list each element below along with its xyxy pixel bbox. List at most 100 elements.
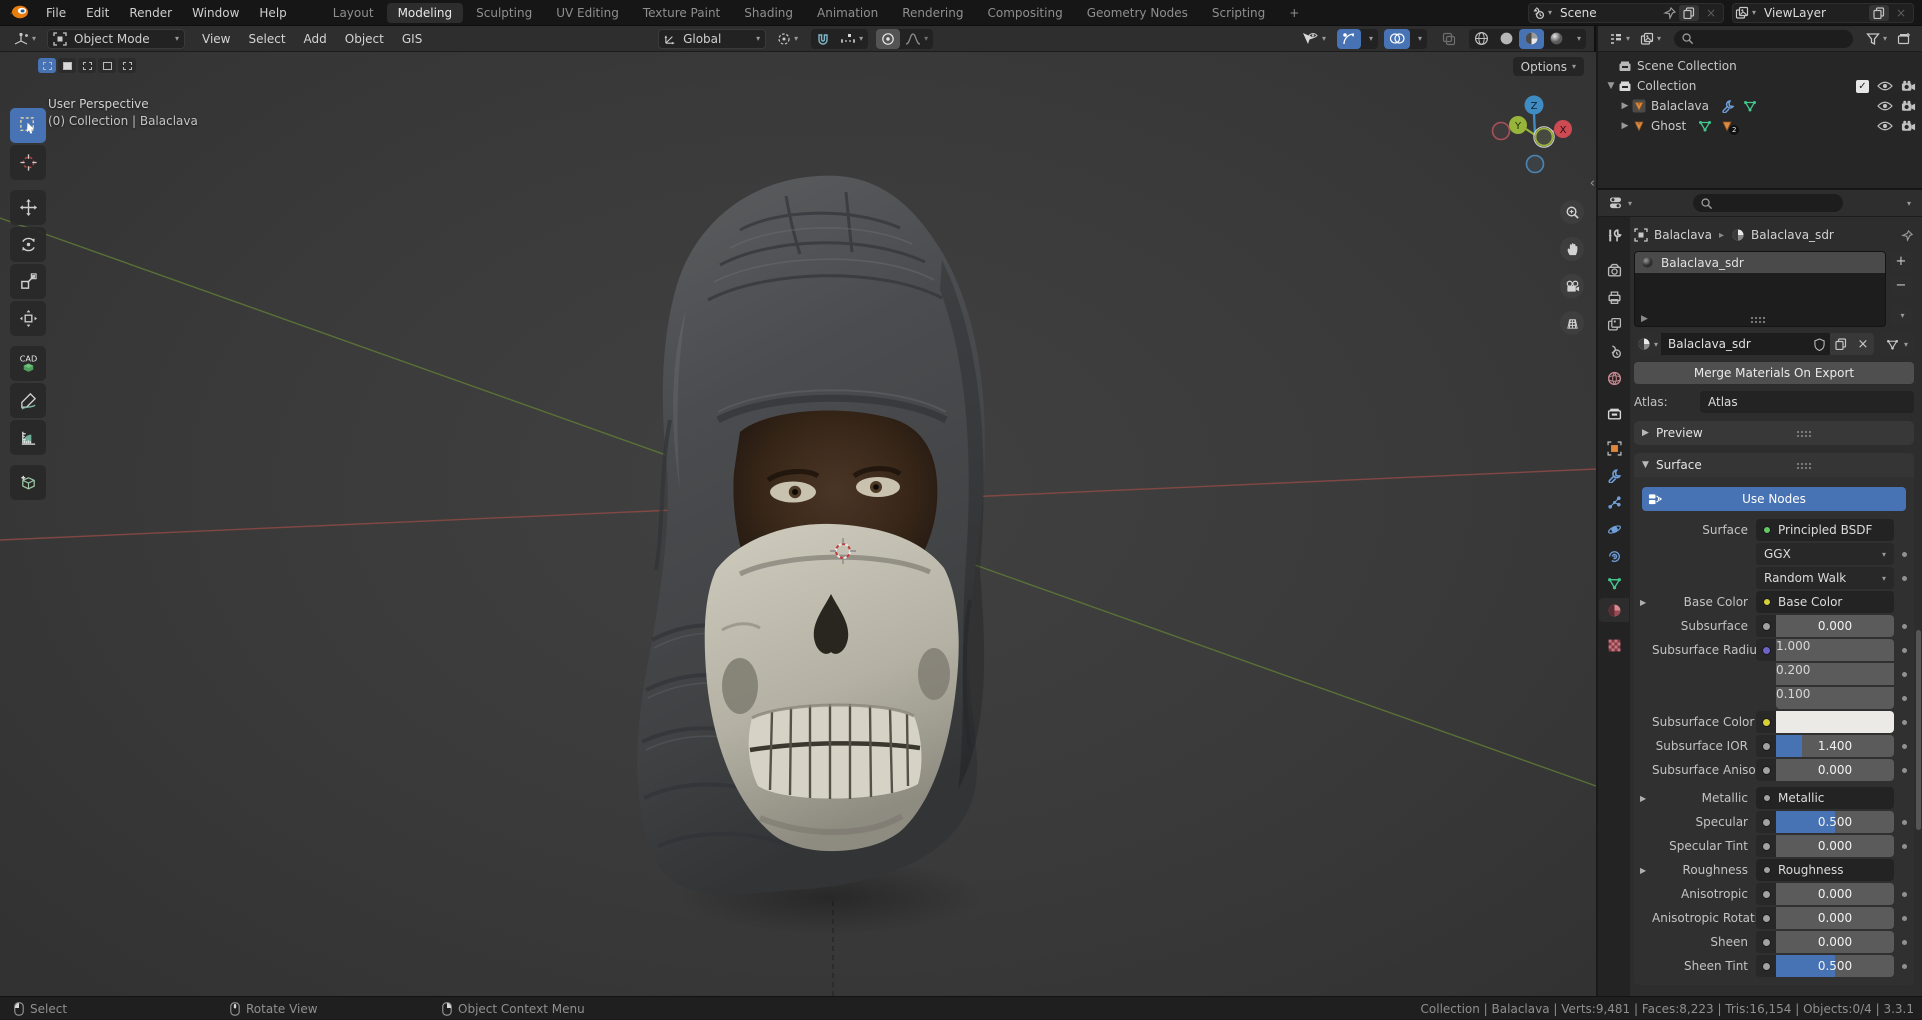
fake-user-shield-button[interactable] — [1808, 333, 1830, 355]
subsurface-ior-slider[interactable]: 1.400 — [1776, 735, 1894, 757]
tab-layout[interactable]: Layout — [322, 3, 385, 23]
tab-render[interactable] — [1599, 258, 1629, 282]
filter-dropdown[interactable]: ▾ — [1861, 29, 1892, 49]
tab-modeling[interactable]: Modeling — [387, 3, 464, 23]
menu-window[interactable]: Window — [182, 0, 249, 26]
tab-sculpting[interactable]: Sculpting — [465, 3, 543, 23]
balaclava-model[interactable] — [590, 170, 1060, 900]
menu-select[interactable]: Select — [240, 32, 295, 46]
base-color-texture-field[interactable]: Base Color — [1756, 591, 1894, 613]
render-camera-icon[interactable] — [1901, 100, 1916, 112]
subsurface-color-swatch[interactable] — [1776, 711, 1894, 733]
tab-texture-paint[interactable]: Texture Paint — [632, 3, 731, 23]
outliner-row-scene-collection[interactable]: Scene Collection — [1604, 56, 1922, 76]
hide-eye-icon[interactable] — [1877, 81, 1893, 91]
tool-transform[interactable] — [10, 301, 46, 336]
zoom-icon[interactable] — [1560, 200, 1584, 224]
pan-icon[interactable] — [1560, 237, 1584, 261]
menu-view[interactable]: View — [193, 32, 239, 46]
hide-eye-icon[interactable] — [1877, 121, 1893, 131]
outliner-row-balaclava[interactable]: ▶ Balaclava — [1604, 96, 1922, 116]
new-scene-button[interactable] — [1679, 5, 1699, 21]
pin-icon[interactable] — [1663, 6, 1677, 20]
tool-add-cube[interactable] — [10, 465, 46, 500]
pivot-point-dropdown[interactable]: ▾ — [772, 29, 803, 49]
preview-panel-header[interactable]: ▶ Preview — [1634, 421, 1914, 445]
tool-scale[interactable] — [10, 264, 46, 299]
remove-slot-button[interactable]: − — [1890, 275, 1912, 296]
shading-rendered-button[interactable] — [1544, 29, 1569, 49]
material-slot-item[interactable]: Balaclava_sdr — [1635, 252, 1885, 273]
value-socket[interactable] — [1756, 811, 1776, 833]
proportional-falloff-dropdown[interactable]: ▾ — [900, 29, 933, 49]
tab-shading[interactable]: Shading — [733, 3, 804, 23]
radius-y-slider[interactable]: 0.200 — [1776, 663, 1894, 685]
radius-x-slider[interactable]: 1.000 — [1776, 639, 1894, 661]
shading-material-button[interactable] — [1519, 29, 1544, 49]
value-socket[interactable] — [1756, 759, 1776, 781]
navigation-gizmo[interactable]: Z Y X — [1488, 88, 1580, 180]
menu-add[interactable]: Add — [295, 32, 336, 46]
pin-id-icon[interactable] — [1901, 229, 1914, 242]
add-slot-button[interactable]: + — [1890, 251, 1912, 272]
orthographic-toggle-icon[interactable] — [1560, 311, 1584, 335]
gizmos-toggle[interactable] — [1337, 29, 1361, 49]
remove-viewlayer-button[interactable]: × — [1891, 5, 1911, 21]
blender-logo-icon[interactable] — [8, 4, 30, 22]
scene-name[interactable]: Scene — [1552, 6, 1622, 20]
expand-caret[interactable]: ▶ — [1618, 121, 1632, 131]
camera-view-icon[interactable] — [1560, 274, 1584, 298]
select-mode-intersect[interactable] — [118, 58, 136, 73]
surface-panel-header[interactable]: ▼ Surface — [1634, 453, 1914, 477]
menu-help[interactable]: Help — [249, 0, 296, 26]
breadcrumb-material[interactable]: Balaclava_sdr — [1751, 228, 1834, 242]
select-mode-new[interactable] — [38, 58, 56, 73]
editor-type-button[interactable]: ▾ — [8, 29, 41, 49]
gizmos-dropdown[interactable]: ▾ — [1361, 29, 1378, 49]
scene-selector[interactable]: ▾ Scene × — [1528, 3, 1724, 23]
specular-slider[interactable]: 0.500 — [1776, 811, 1894, 833]
sheen-slider[interactable]: 0.000 — [1776, 931, 1894, 953]
specular-tint-slider[interactable]: 0.000 — [1776, 835, 1894, 857]
tab-object[interactable] — [1599, 436, 1629, 460]
object-visibility-dropdown[interactable]: ▾ — [1296, 29, 1331, 49]
value-socket[interactable] — [1756, 907, 1776, 929]
select-mode-subtract[interactable] — [78, 58, 96, 73]
tool-move[interactable] — [10, 190, 46, 225]
tab-object-data[interactable] — [1599, 571, 1629, 595]
tab-collection[interactable] — [1599, 401, 1629, 425]
tool-measure[interactable] — [10, 420, 46, 455]
viewlayer-name[interactable]: ViewLayer — [1756, 6, 1834, 20]
metallic-texture-field[interactable]: Metallic — [1756, 787, 1894, 809]
menu-render[interactable]: Render — [119, 0, 182, 26]
anisotropic-slider[interactable]: 0.000 — [1776, 883, 1894, 905]
value-socket[interactable] — [1756, 883, 1776, 905]
value-socket[interactable] — [1756, 615, 1776, 637]
new-collection-button[interactable] — [1892, 29, 1916, 49]
radius-z-slider[interactable]: 0.100 — [1776, 687, 1894, 709]
expand-icon[interactable]: ▶ — [1640, 598, 1652, 607]
menu-file[interactable]: File — [36, 0, 76, 26]
sidebar-collapse-icon[interactable]: ‹ — [1590, 176, 1595, 191]
tab-uv-editing[interactable]: UV Editing — [545, 3, 630, 23]
mode-dropdown[interactable]: Object Mode ▾ — [47, 29, 185, 49]
shading-wireframe-button[interactable] — [1469, 29, 1494, 49]
breadcrumb-object[interactable]: Balaclava — [1654, 228, 1712, 242]
select-mode-invert[interactable] — [98, 58, 116, 73]
tab-output[interactable] — [1599, 285, 1629, 309]
proportional-editing-toggle[interactable] — [876, 29, 900, 49]
browse-material-dropdown[interactable]: ▾ — [1634, 333, 1661, 355]
tool-select-box[interactable] — [10, 108, 46, 143]
overlays-toggle[interactable] — [1384, 29, 1410, 49]
viewlayer-selector[interactable]: ▾ ViewLayer × — [1732, 3, 1914, 23]
tab-scene[interactable] — [1599, 339, 1629, 363]
tab-rendering[interactable]: Rendering — [891, 3, 974, 23]
material-link-dropdown[interactable]: ▾ — [1880, 333, 1914, 355]
tab-compositing[interactable]: Compositing — [976, 3, 1073, 23]
unlink-material-button[interactable]: × — [1852, 333, 1874, 355]
slot-specials-dropdown[interactable]: ▾ — [1890, 305, 1912, 326]
outliner-editor-type-button[interactable]: ▾ — [1604, 29, 1635, 49]
copy-material-button[interactable] — [1830, 333, 1852, 355]
select-mode-extend[interactable] — [58, 58, 76, 73]
tab-particles[interactable] — [1599, 490, 1629, 514]
